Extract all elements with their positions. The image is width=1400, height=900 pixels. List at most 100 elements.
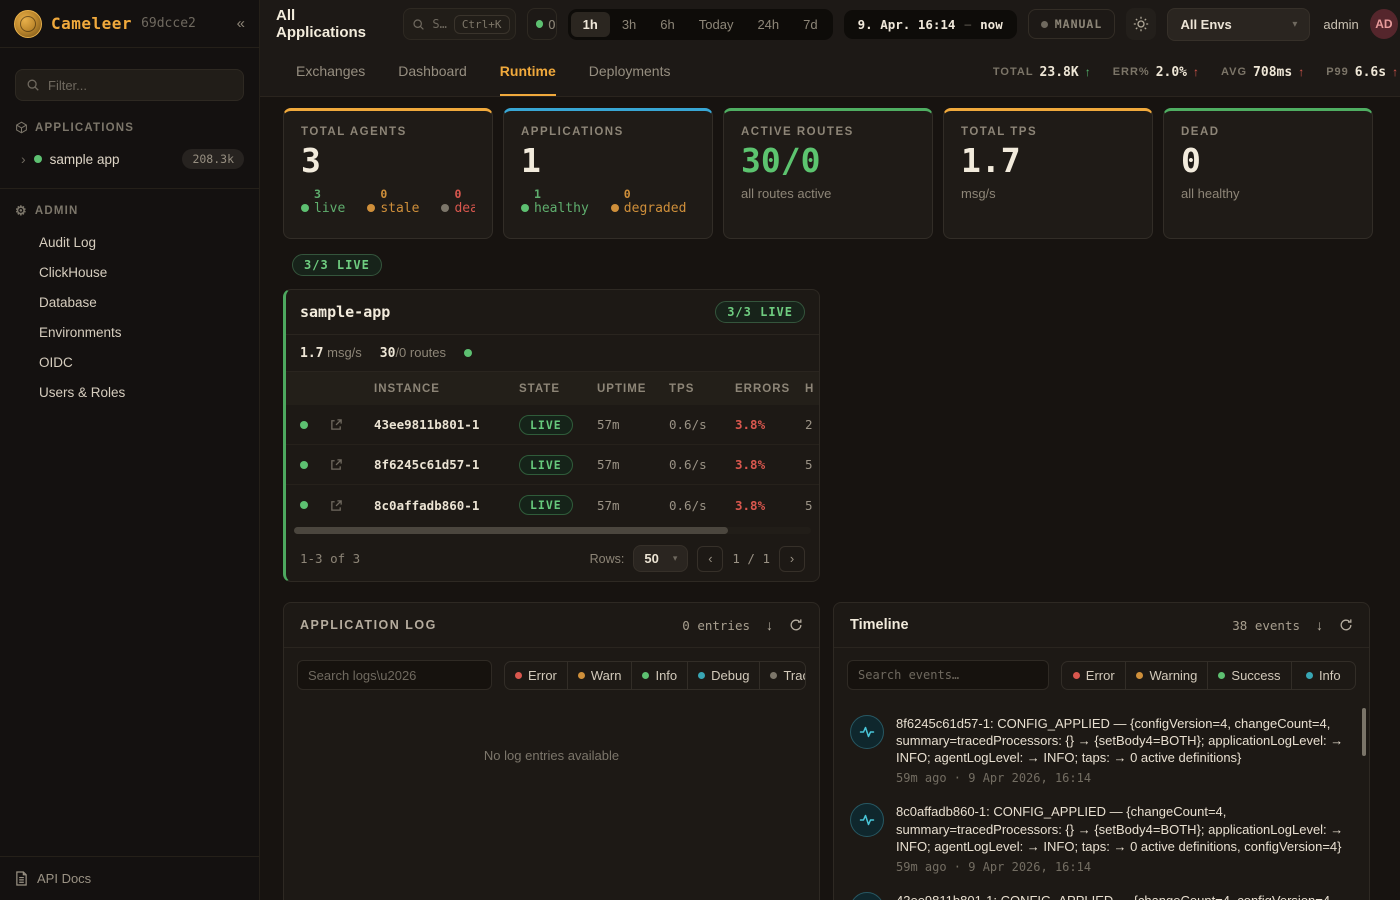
stat-cards-row: TOTAL AGENTS 3 3live 0stale 0dead APPLIC…: [283, 108, 1384, 239]
event-text: 8f6245c61d57-1: CONFIG_APPLIED — {config…: [896, 715, 1346, 766]
sidebar-item-environments[interactable]: Environments: [0, 317, 259, 347]
sidebar-collapse-button[interactable]: «: [237, 15, 245, 32]
filter-info[interactable]: Info: [1291, 662, 1355, 689]
state-badge: LIVE: [519, 455, 573, 475]
sidebar-item-sample-app[interactable]: › sample app 208.3k: [0, 142, 259, 176]
kpi-value: 708ms: [1253, 65, 1292, 80]
connection-status-pill[interactable]: O: [527, 8, 557, 40]
horizontal-scrollbar: [294, 527, 811, 534]
sidebar-item-clickhouse[interactable]: ClickHouse: [0, 257, 259, 287]
tab-exchanges[interactable]: Exchanges: [296, 48, 365, 96]
kpi-total: TOTAL 23.8K ↑: [993, 65, 1091, 80]
timeline-event[interactable]: 8c0affadb860-1: CONFIG_APPLIED — {change…: [850, 794, 1355, 882]
refresh-icon[interactable]: [1339, 618, 1353, 632]
time-range-group: 1h 3h 6h Today 24h 7d: [568, 9, 833, 40]
kpi-err: ERR% 2.0% ↑: [1113, 65, 1199, 80]
rows-per-page-label: Rows:: [590, 552, 625, 566]
tab-runtime[interactable]: Runtime: [500, 48, 556, 96]
time-range-7d[interactable]: 7d: [791, 12, 829, 37]
global-search-button[interactable]: S… Ctrl+K: [403, 8, 515, 40]
avatar[interactable]: AD: [1370, 9, 1398, 39]
time-range-3h[interactable]: 3h: [610, 12, 648, 37]
sidebar-item-oidc[interactable]: OIDC: [0, 347, 259, 377]
timeline-event[interactable]: 43ee9811b801-1: CONFIG_APPLIED — {change…: [850, 883, 1355, 900]
environment-select[interactable]: All Envs ▾: [1167, 8, 1310, 41]
log-entries-count: 0 entries: [682, 618, 750, 633]
filter-info[interactable]: Info: [631, 662, 687, 689]
tps-value: 0.6/s: [669, 457, 735, 472]
sidebar-item-api-docs[interactable]: API Docs: [0, 856, 259, 900]
timeline-scrollbar-thumb[interactable]: [1362, 708, 1366, 756]
download-icon[interactable]: ↓: [1316, 617, 1323, 633]
external-link-icon[interactable]: [330, 458, 374, 471]
date-range-picker[interactable]: 9. Apr. 16:14 – now: [844, 10, 1017, 39]
stale-dot: [367, 204, 375, 212]
rows-per-page-select[interactable]: 50 ▾: [633, 545, 688, 572]
card-label: DEAD: [1181, 126, 1355, 138]
card-dead: DEAD 0 all healthy: [1163, 108, 1373, 239]
filter-trace[interactable]: Trace: [759, 662, 806, 689]
time-range-today[interactable]: Today: [687, 12, 746, 37]
horizontal-scrollbar-thumb[interactable]: [294, 527, 728, 534]
external-link-icon[interactable]: [330, 418, 374, 431]
uptime-value: 57m: [597, 417, 669, 432]
time-range-6h[interactable]: 6h: [648, 12, 686, 37]
filter-error[interactable]: Error: [1062, 662, 1125, 689]
theme-toggle-button[interactable]: [1126, 8, 1156, 40]
refresh-icon[interactable]: [789, 618, 803, 632]
dead-dot: [441, 204, 449, 212]
time-range-24h[interactable]: 24h: [745, 12, 791, 37]
sidebar: Cameleer 69dcce2 « APPLICATIONS › sample…: [0, 0, 260, 900]
sidebar-item-database[interactable]: Database: [0, 287, 259, 317]
error-dot: [1073, 672, 1080, 679]
sun-icon: [1133, 16, 1149, 32]
live-dot: [301, 204, 309, 212]
filter-warn[interactable]: Warn: [567, 662, 632, 689]
timeline-search-input[interactable]: [847, 660, 1049, 690]
main-area: All Applications S… Ctrl+K O 1h 3h 6h To…: [260, 0, 1400, 900]
refresh-mode-button[interactable]: MANUAL: [1028, 9, 1116, 39]
stat-num: 0: [380, 188, 419, 201]
table-row[interactable]: 8c0affadb860-1 LIVE 57m 0.6/s 3.8% 5: [286, 485, 819, 525]
clipped-value: 5: [805, 457, 819, 472]
sidebar-item-users-roles[interactable]: Users & Roles: [0, 377, 259, 407]
stat-num: 0: [454, 188, 475, 201]
kpi-value: 6.6s: [1355, 65, 1386, 80]
time-range-1h[interactable]: 1h: [571, 12, 610, 37]
card-value: 3: [301, 143, 475, 179]
filter-debug[interactable]: Debug: [687, 662, 759, 689]
timeline-event[interactable]: 8f6245c61d57-1: CONFIG_APPLIED — {config…: [850, 706, 1355, 794]
cube-icon: [15, 121, 28, 134]
tab-dashboard[interactable]: Dashboard: [398, 48, 467, 96]
filter-warning[interactable]: Warning: [1125, 662, 1207, 689]
next-page-button[interactable]: ›: [779, 546, 805, 572]
table-row[interactable]: 8f6245c61d57-1 LIVE 57m 0.6/s 3.8% 5: [286, 445, 819, 485]
card-label: APPLICATIONS: [521, 126, 695, 138]
log-search-input[interactable]: [297, 660, 492, 690]
table-row[interactable]: 43ee9811b801-1 LIVE 57m 0.6/s 3.8% 2: [286, 405, 819, 445]
kpi-strip: TOTAL 23.8K ↑ ERR% 2.0% ↑ AVG 708ms ↑ P9…: [993, 48, 1398, 96]
filter-label: Debug: [711, 668, 749, 683]
external-link-icon[interactable]: [330, 499, 374, 512]
search-icon: [26, 78, 40, 92]
stat-label: live: [314, 202, 345, 217]
card-caption: all healthy: [1181, 186, 1355, 201]
rows-per-page-value: 50: [644, 551, 658, 566]
tab-deployments[interactable]: Deployments: [589, 48, 671, 96]
download-icon[interactable]: ↓: [766, 617, 773, 633]
date-to: now: [980, 17, 1003, 32]
filter-success[interactable]: Success: [1207, 662, 1290, 689]
refresh-mode-label: MANUAL: [1055, 17, 1103, 31]
status-dot-green: [34, 155, 42, 163]
applications-section-header: APPLICATIONS: [0, 111, 259, 142]
arrow-up-icon: ↑: [1298, 65, 1304, 79]
filter-error[interactable]: Error: [505, 662, 567, 689]
tps-value: 0.6/s: [669, 498, 735, 513]
sidebar-filter-input[interactable]: [48, 78, 233, 93]
instance-status-dot: [300, 461, 308, 469]
date-separator: –: [964, 17, 971, 31]
prev-page-button[interactable]: ‹: [697, 546, 723, 572]
sidebar-item-audit-log[interactable]: Audit Log: [0, 227, 259, 257]
chevron-right-icon[interactable]: ›: [21, 151, 26, 167]
timeline-filters-row: Error Warning Success Info: [834, 648, 1369, 702]
